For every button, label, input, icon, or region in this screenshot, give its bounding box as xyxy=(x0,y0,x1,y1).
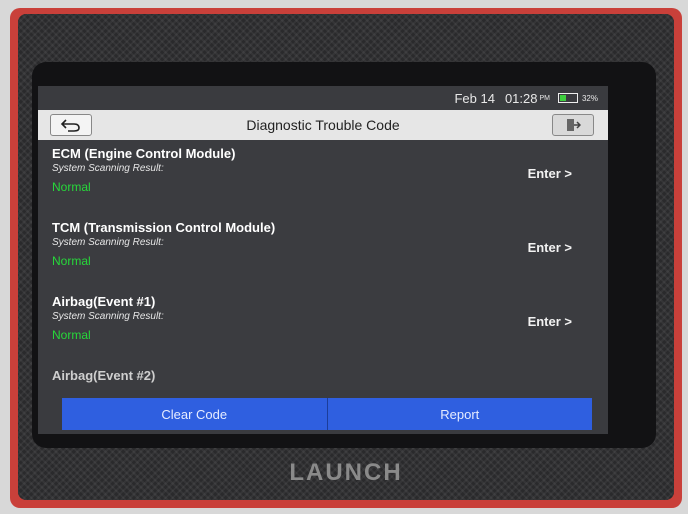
battery-icon xyxy=(557,93,578,103)
battery-percent: 32% xyxy=(581,93,598,103)
header-bar: Diagnostic Trouble Code xyxy=(38,110,608,140)
result-label: System Scanning Result: xyxy=(52,311,164,322)
enter-button[interactable]: Enter > xyxy=(528,166,572,181)
module-name: TCM (Transmission Control Module) xyxy=(52,220,276,235)
back-button[interactable] xyxy=(50,114,92,136)
exit-button[interactable] xyxy=(552,114,594,136)
module-list: ECM (Engine Control Module) System Scann… xyxy=(38,140,608,390)
status-normal: Normal xyxy=(52,254,91,268)
status-normal: Normal xyxy=(52,180,91,194)
enter-button[interactable]: Enter > xyxy=(528,314,572,329)
module-name: Airbag(Event #1) xyxy=(52,294,156,309)
status-normal: Normal xyxy=(52,328,91,342)
list-item: TCM (Transmission Control Module) System… xyxy=(38,214,608,288)
back-arrow-icon xyxy=(60,119,80,132)
status-ampm: PM xyxy=(539,94,550,102)
screen: Feb 14 01:28 PM 32% Diagnostic Trouble C… xyxy=(38,86,608,434)
list-item: Airbag(Event #1) System Scanning Result:… xyxy=(38,288,608,362)
status-bar: Feb 14 01:28 PM 32% xyxy=(38,86,608,110)
report-button[interactable]: Report xyxy=(326,398,592,430)
action-bar: Clear Code Report xyxy=(62,398,592,430)
module-name: Airbag(Event #2) xyxy=(52,368,156,383)
clear-code-button[interactable]: Clear Code xyxy=(62,398,327,430)
status-date: Feb 14 xyxy=(454,90,495,106)
result-label: System Scanning Result: xyxy=(52,237,164,248)
enter-button[interactable]: Enter > xyxy=(528,240,572,255)
exit-icon xyxy=(567,119,581,131)
list-item: ECM (Engine Control Module) System Scann… xyxy=(38,140,608,214)
result-label: System Scanning Result: xyxy=(52,163,164,174)
page-title: Diagnostic Trouble Code xyxy=(246,117,400,133)
module-name: ECM (Engine Control Module) xyxy=(52,146,236,161)
brand-logo: LAUNCH xyxy=(289,459,403,486)
status-time: 01:28 xyxy=(504,90,538,106)
